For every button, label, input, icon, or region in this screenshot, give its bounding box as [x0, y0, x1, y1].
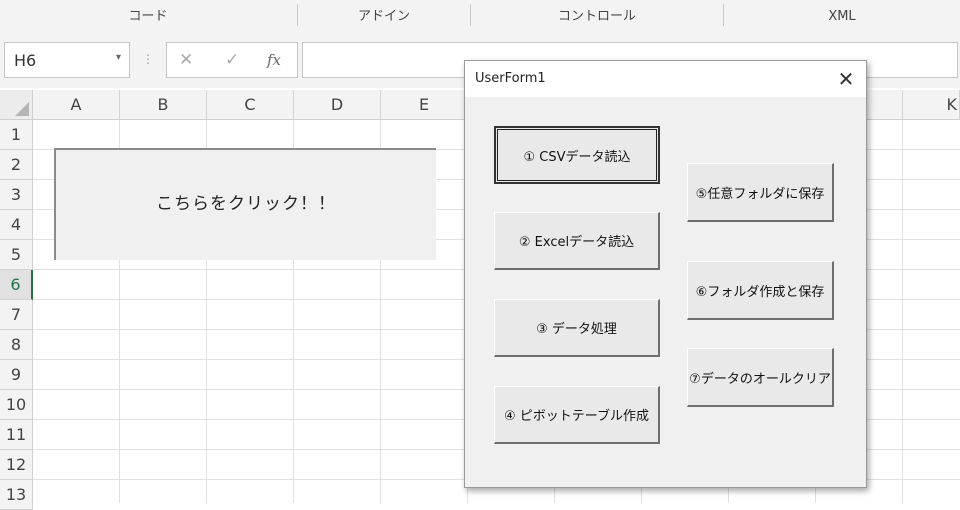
csv-import-button[interactable]: ① CSVデータ読込 [494, 126, 660, 184]
row-header-12[interactable]: 12 [0, 450, 33, 480]
name-box-value: H6 [14, 51, 37, 70]
userform-dialog: UserForm1 ✕ ① CSVデータ読込 ② Excelデータ読込 ③ デー… [464, 60, 867, 488]
close-icon[interactable]: ✕ [832, 65, 860, 93]
row-header-11[interactable]: 11 [0, 420, 33, 450]
pivot-table-button[interactable]: ④ ピボットテーブル作成 [494, 386, 660, 444]
chevron-down-icon[interactable]: ▾ [116, 52, 121, 63]
sheet-click-button[interactable]: こちらをクリック！！ [54, 148, 436, 260]
name-box[interactable]: H6 ▾ [4, 42, 130, 78]
row-header-7[interactable]: 7 [0, 300, 33, 330]
column-header-d[interactable]: D [294, 90, 381, 120]
clear-all-button[interactable]: ⑦データのオールクリア [687, 348, 834, 407]
more-options-icon: ⋮ [142, 52, 154, 66]
row-header-5[interactable]: 5 [0, 240, 33, 270]
cancel-icon[interactable]: ✕ [179, 50, 193, 70]
column-header-k[interactable]: K [903, 90, 960, 120]
row-header-8[interactable]: 8 [0, 330, 33, 360]
create-folder-save-button[interactable]: ⑥フォルダ作成と保存 [687, 261, 834, 320]
column-header-c[interactable]: C [207, 90, 294, 120]
select-all-corner[interactable] [0, 90, 33, 120]
row-header-10[interactable]: 10 [0, 390, 33, 420]
dialog-title-bar[interactable]: UserForm1 ✕ [465, 61, 866, 97]
insert-function-icon[interactable]: fx [267, 51, 281, 69]
ribbon-group-xml: XML [828, 9, 856, 24]
column-header-b[interactable]: B [120, 90, 207, 120]
column-header-e[interactable]: E [381, 90, 468, 120]
ribbon-group-code: コード [128, 9, 168, 24]
row-header-9[interactable]: 9 [0, 360, 33, 390]
save-to-folder-button[interactable]: ⑤任意フォルダに保存 [687, 163, 834, 222]
ribbon-group-addin: アドイン [357, 9, 410, 24]
dialog-title: UserForm1 [475, 71, 546, 86]
row-header-1[interactable]: 1 [0, 120, 33, 150]
row-header-4[interactable]: 4 [0, 210, 33, 240]
enter-icon[interactable]: ✓ [225, 50, 239, 70]
row-header-6[interactable]: 6 [0, 270, 33, 300]
ribbon-group-controls: コントロール [557, 9, 636, 24]
row-header-13[interactable]: 13 [0, 480, 33, 510]
row-header-2[interactable]: 2 [0, 150, 33, 180]
formula-buttons: ✕ ✓ fx [166, 42, 298, 78]
ribbon: コード アドイン コントロール XML [0, 0, 960, 31]
excel-import-button[interactable]: ② Excelデータ読込 [494, 212, 660, 270]
data-process-button[interactable]: ③ データ処理 [494, 299, 660, 357]
column-header-a[interactable]: A [33, 90, 120, 120]
row-header-3[interactable]: 3 [0, 180, 33, 210]
